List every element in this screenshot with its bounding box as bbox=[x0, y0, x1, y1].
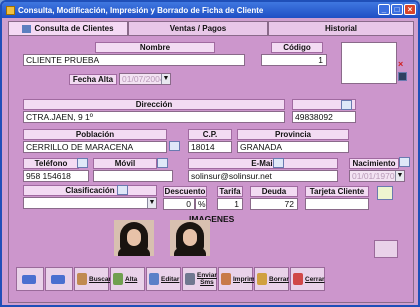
clasificacion-select[interactable] bbox=[23, 197, 157, 209]
button-label: Borrar bbox=[269, 275, 289, 283]
edit-icon[interactable] bbox=[117, 185, 128, 195]
delete-photo-icon[interactable]: × bbox=[398, 59, 403, 69]
tab-consulta-clientes[interactable]: Consulta de Clientes bbox=[8, 21, 128, 35]
tab-label: Ventas / Pagos bbox=[169, 24, 227, 33]
card-icon[interactable] bbox=[377, 186, 393, 200]
minimize-button[interactable]: _ bbox=[378, 4, 390, 15]
edit-user-icon bbox=[149, 273, 159, 285]
tarjeta-cliente-label: Tarjeta Cliente bbox=[305, 186, 369, 197]
action-toolbar: Buscar Alta Editar Enviar Sms Imprime Bo… bbox=[16, 267, 325, 293]
mail-icon[interactable] bbox=[273, 158, 284, 168]
tarifa-label: Tarifa bbox=[217, 186, 243, 197]
arrow-right-icon bbox=[51, 274, 65, 284]
poblacion-field[interactable]: CERRILLO DE MARACENA bbox=[23, 141, 167, 153]
percent-label: % bbox=[195, 198, 207, 210]
image-thumbnail[interactable] bbox=[114, 220, 154, 256]
fecha-alta-label: Fecha Alta bbox=[69, 74, 117, 85]
movil-field[interactable] bbox=[93, 170, 173, 182]
keyboard-icon[interactable] bbox=[374, 240, 398, 258]
buscar-button[interactable]: Buscar bbox=[74, 267, 112, 291]
button-label: Editar bbox=[161, 275, 180, 283]
poblacion-label: Población bbox=[23, 129, 167, 140]
next-button[interactable] bbox=[45, 267, 73, 291]
email-label: E-Mail bbox=[188, 158, 338, 169]
previous-button[interactable] bbox=[16, 267, 44, 291]
lookup-icon[interactable] bbox=[169, 141, 180, 151]
tarjeta-cliente-field[interactable] bbox=[305, 198, 369, 210]
close-icon bbox=[293, 273, 303, 285]
tab-label: Historial bbox=[324, 24, 357, 33]
mobile-phone-icon bbox=[185, 273, 195, 285]
telefono-label: Teléfono bbox=[23, 158, 79, 169]
arrow-left-icon bbox=[22, 274, 36, 284]
window-title: Consulta, Modificación, Impresión y Borr… bbox=[18, 5, 264, 15]
button-label: Cerrar bbox=[305, 275, 325, 283]
alta-button[interactable]: Alta bbox=[110, 267, 145, 291]
button-label: Alta bbox=[125, 275, 138, 283]
button-label: Buscar bbox=[89, 275, 112, 283]
client-photo[interactable] bbox=[341, 42, 397, 84]
deuda-label: Deuda bbox=[250, 186, 298, 197]
cp-label: C.P. bbox=[188, 129, 232, 140]
add-user-icon bbox=[113, 273, 123, 285]
provincia-label: Provincia bbox=[237, 129, 349, 140]
title-bar: Consulta, Modificación, Impresión y Borr… bbox=[2, 2, 418, 18]
borrar-button[interactable]: Borrar bbox=[254, 267, 289, 291]
tab-bar: Consulta de Clientes Ventas / Pagos Hist… bbox=[8, 21, 414, 35]
enviar-sms-button[interactable]: Enviar Sms bbox=[182, 267, 217, 291]
telefono-field[interactable]: 958 154618 bbox=[23, 170, 89, 182]
direccion-field[interactable]: CTRA.JAEN, 9 1º bbox=[23, 111, 285, 123]
search-icon bbox=[77, 273, 87, 285]
provincia-field[interactable]: GRANADA bbox=[237, 141, 349, 153]
chevron-down-icon[interactable]: ▼ bbox=[147, 198, 156, 208]
email-field[interactable]: solinsur@solinsur.net bbox=[188, 170, 338, 182]
camera-icon[interactable] bbox=[398, 72, 407, 81]
image-thumbnail[interactable] bbox=[170, 220, 210, 256]
imprime-button[interactable]: Imprime bbox=[218, 267, 258, 291]
editar-button[interactable]: Editar bbox=[146, 267, 181, 291]
telefono2-field[interactable]: 49838092 bbox=[292, 111, 356, 123]
chevron-down-icon[interactable]: ▼ bbox=[395, 171, 404, 181]
client-window: Consulta, Modificación, Impresión y Borr… bbox=[0, 0, 420, 307]
close-button[interactable]: × bbox=[404, 4, 416, 15]
phone-icon[interactable] bbox=[77, 158, 88, 168]
printer-icon bbox=[221, 273, 231, 285]
descuento-label: Descuento bbox=[163, 186, 207, 197]
tab-historial[interactable]: Historial bbox=[268, 21, 414, 35]
clasificacion-label: Clasificación bbox=[23, 185, 157, 196]
phone-icon[interactable] bbox=[341, 100, 352, 110]
chevron-down-icon[interactable]: ▼ bbox=[161, 74, 170, 84]
nombre-label: Nombre bbox=[95, 42, 215, 53]
tab-label: Consulta de Clientes bbox=[34, 24, 114, 33]
app-icon bbox=[6, 5, 15, 15]
descuento-field[interactable]: 0 bbox=[163, 198, 195, 210]
delete-user-icon bbox=[257, 273, 267, 285]
calendar-icon[interactable] bbox=[399, 157, 410, 167]
maximize-button[interactable]: □ bbox=[391, 4, 403, 15]
codigo-label: Código bbox=[271, 42, 323, 53]
nacimiento-label: Nacimiento bbox=[349, 158, 399, 169]
button-label: Enviar Sms bbox=[197, 272, 217, 286]
nombre-field[interactable]: CLIENTE PRUEBA bbox=[23, 54, 245, 66]
tarifa-field[interactable]: 1 bbox=[217, 198, 243, 210]
cerrar-button[interactable]: Cerrar bbox=[290, 267, 325, 291]
codigo-field[interactable]: 1 bbox=[261, 54, 327, 66]
tab-ventas-pagos[interactable]: Ventas / Pagos bbox=[128, 21, 268, 35]
clients-icon bbox=[22, 24, 32, 33]
cp-field[interactable]: 18014 bbox=[188, 141, 232, 153]
mobile-icon[interactable] bbox=[157, 158, 168, 168]
movil-label: Móvil bbox=[93, 158, 157, 169]
deuda-field[interactable]: 72 bbox=[250, 198, 298, 210]
direccion-label: Dirección bbox=[23, 99, 285, 110]
